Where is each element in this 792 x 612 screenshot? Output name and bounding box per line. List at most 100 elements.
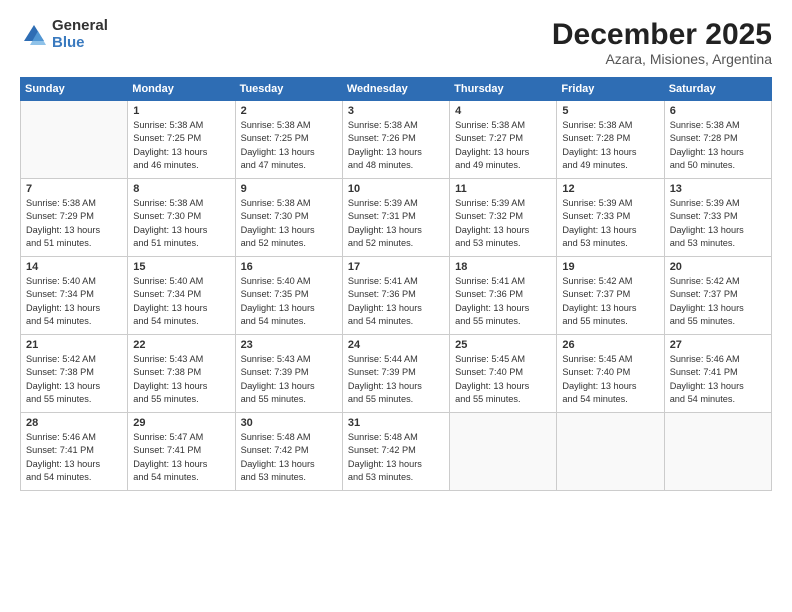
calendar-cell: 7Sunrise: 5:38 AMSunset: 7:29 PMDaylight… [21, 179, 128, 257]
daylight-minutes: and 54 minutes. [133, 472, 198, 482]
sunset: Sunset: 7:31 PM [348, 211, 416, 221]
day-number: 1 [133, 105, 229, 117]
calendar-cell: 13Sunrise: 5:39 AMSunset: 7:33 PMDayligh… [664, 179, 771, 257]
sunset: Sunset: 7:39 PM [241, 367, 309, 377]
calendar-cell: 31Sunrise: 5:48 AMSunset: 7:42 PMDayligh… [342, 413, 449, 491]
day-number: 25 [455, 339, 551, 351]
day-number: 23 [241, 339, 337, 351]
calendar-cell: 9Sunrise: 5:38 AMSunset: 7:30 PMDaylight… [235, 179, 342, 257]
daylight-minutes: and 55 minutes. [348, 394, 413, 404]
daylight-minutes: and 54 minutes. [348, 316, 413, 326]
calendar-cell: 22Sunrise: 5:43 AMSunset: 7:38 PMDayligh… [128, 335, 235, 413]
sunrise: Sunrise: 5:43 AM [133, 354, 203, 364]
sunrise: Sunrise: 5:38 AM [241, 198, 311, 208]
calendar-table: Sunday Monday Tuesday Wednesday Thursday… [20, 77, 772, 491]
calendar-cell: 29Sunrise: 5:47 AMSunset: 7:41 PMDayligh… [128, 413, 235, 491]
daylight-hours: Daylight: 13 hours [348, 303, 422, 313]
cell-info: Sunrise: 5:40 AMSunset: 7:34 PMDaylight:… [133, 275, 229, 328]
daylight-minutes: and 53 minutes. [562, 238, 627, 248]
day-number: 20 [670, 261, 766, 273]
cell-info: Sunrise: 5:38 AMSunset: 7:27 PMDaylight:… [455, 119, 551, 172]
sunrise: Sunrise: 5:44 AM [348, 354, 418, 364]
calendar-cell: 20 Sunrise: 5:42 AMSunset: 7:37 PMDayligh… [664, 257, 771, 335]
daylight-hours: Daylight: 13 hours [670, 303, 744, 313]
sunrise: Sunrise: 5:43 AM [241, 354, 311, 364]
sunset: Sunset: 7:30 PM [133, 211, 201, 221]
sunrise: Sunrise: 5:38 AM [133, 120, 203, 130]
sunrise: Sunrise: 5:40 AM [241, 276, 311, 286]
page: General Blue December 2025 Azara, Mision… [0, 0, 792, 612]
calendar-cell: 15Sunrise: 5:40 AMSunset: 7:34 PMDayligh… [128, 257, 235, 335]
daylight-minutes: and 54 minutes. [670, 394, 735, 404]
sunset: Sunset: 7:36 PM [348, 289, 416, 299]
day-number: 16 [241, 261, 337, 273]
daylight-hours: Daylight: 13 hours [241, 147, 315, 157]
sunrise: Sunrise: 5:42 AM [562, 276, 632, 286]
daylight-hours: Daylight: 13 hours [455, 381, 529, 391]
sunrise: Sunrise: 5:48 AM [241, 432, 311, 442]
cell-info: Sunrise: 5:38 AMSunset: 7:29 PMDaylight:… [26, 197, 122, 250]
sunrise: Sunrise: 5:38 AM [241, 120, 311, 130]
sunset: Sunset: 7:33 PM [562, 211, 630, 221]
calendar-week-0: 1 Sunrise: 5:38 AM Sunset: 7:25 PM Daylight… [21, 101, 772, 179]
col-friday: Friday [557, 78, 664, 101]
month-title: December 2025 [552, 18, 772, 51]
sunset: Sunset: 7:30 PM [241, 211, 309, 221]
calendar-cell [450, 413, 557, 491]
daylight-hours: Daylight: 13 hours [455, 147, 529, 157]
daylight-minutes: and 48 minutes. [348, 160, 413, 170]
calendar-cell: 2Sunrise: 5:38 AMSunset: 7:25 PMDaylight… [235, 101, 342, 179]
calendar-cell: 3 Sunrise: 5:38 AM Sunset: 7:26 PM Daylight… [342, 101, 449, 179]
day-number: 3 [348, 105, 444, 117]
calendar-cell: 6Sunrise: 5:38 AMSunset: 7:28 PMDaylight… [664, 101, 771, 179]
sunset: Sunset: 7:28 PM [670, 133, 738, 143]
sunset: Sunset: 7:41 PM [133, 445, 201, 455]
cell-info: Sunrise: 5:42 AMSunset: 7:38 PMDaylight:… [26, 353, 122, 406]
calendar-cell: 4 Sunrise: 5:38 AMSunset: 7:27 PMDaylight… [450, 101, 557, 179]
daylight-minutes: and 46 minutes. [133, 160, 198, 170]
title-block: December 2025 Azara, Misiones, Argentina [552, 18, 772, 67]
day-number: 12 [562, 183, 658, 195]
daylight-minutes: and 55 minutes. [241, 394, 306, 404]
daylight-minutes: and 49 minutes. [455, 160, 520, 170]
col-saturday: Saturday [664, 78, 771, 101]
cell-info: Sunrise: 5:42 AMSunset: 7:37 PMDaylight:… [670, 275, 766, 328]
calendar-cell: 19Sunrise: 5:42 AMSunset: 7:37 PMDayligh… [557, 257, 664, 335]
day-number: 15 [133, 261, 229, 273]
daylight-hours: Daylight: 13 hours [455, 225, 529, 235]
sunset: Sunset: 7:40 PM [562, 367, 630, 377]
day-number: 10 [348, 183, 444, 195]
daylight-minutes: and 53 minutes. [670, 238, 735, 248]
daylight-minutes: and 47 minutes. [241, 160, 306, 170]
daylight-minutes: and 55 minutes. [562, 316, 627, 326]
daylight-hours: Daylight: 13 hours [670, 147, 744, 157]
calendar-cell: 25 Sunrise: 5:45 AMSunset: 7:40 PMDayligh… [450, 335, 557, 413]
day-number: 14 [26, 261, 122, 273]
daylight-minutes: and 52 minutes. [348, 238, 413, 248]
day-number: 21 [26, 339, 122, 351]
sunrise: Sunrise: 5:42 AM [670, 276, 740, 286]
daylight-hours: Daylight: 13 hours [348, 147, 422, 157]
day-number: 22 [133, 339, 229, 351]
sunset: Sunset: 7:25 PM [241, 133, 309, 143]
cell-info: Sunrise: 5:45 AMSunset: 7:40 PMDaylight:… [455, 353, 551, 406]
sunset: Sunset: 7:34 PM [133, 289, 201, 299]
day-number: 19 [562, 261, 658, 273]
logo-blue: Blue [52, 35, 108, 52]
cell-info: Sunrise: 5:44 AMSunset: 7:39 PMDaylight:… [348, 353, 444, 406]
col-wednesday: Wednesday [342, 78, 449, 101]
logo-icon [20, 21, 48, 49]
sunset: Sunset: 7:36 PM [455, 289, 523, 299]
sunset: Sunset: 7:26 PM [348, 133, 416, 143]
day-number: 8 [133, 183, 229, 195]
sunrise: Sunrise: 5:39 AM [455, 198, 525, 208]
sunrise: Sunrise: 5:40 AM [133, 276, 203, 286]
sunset: Sunset: 7:42 PM [241, 445, 309, 455]
calendar-cell: 1Sunrise: 5:38 AMSunset: 7:25 PMDaylight… [128, 101, 235, 179]
calendar-cell: 30Sunrise: 5:48 AMSunset: 7:42 PMDayligh… [235, 413, 342, 491]
sunrise: Sunrise: 5:38 AM [348, 120, 418, 130]
day-number: 6 [670, 105, 766, 117]
daylight-hours: Daylight: 13 hours [562, 225, 636, 235]
cell-info: Sunrise: 5:39 AMSunset: 7:33 PMDaylight:… [562, 197, 658, 250]
day-number: 4 [455, 105, 551, 117]
